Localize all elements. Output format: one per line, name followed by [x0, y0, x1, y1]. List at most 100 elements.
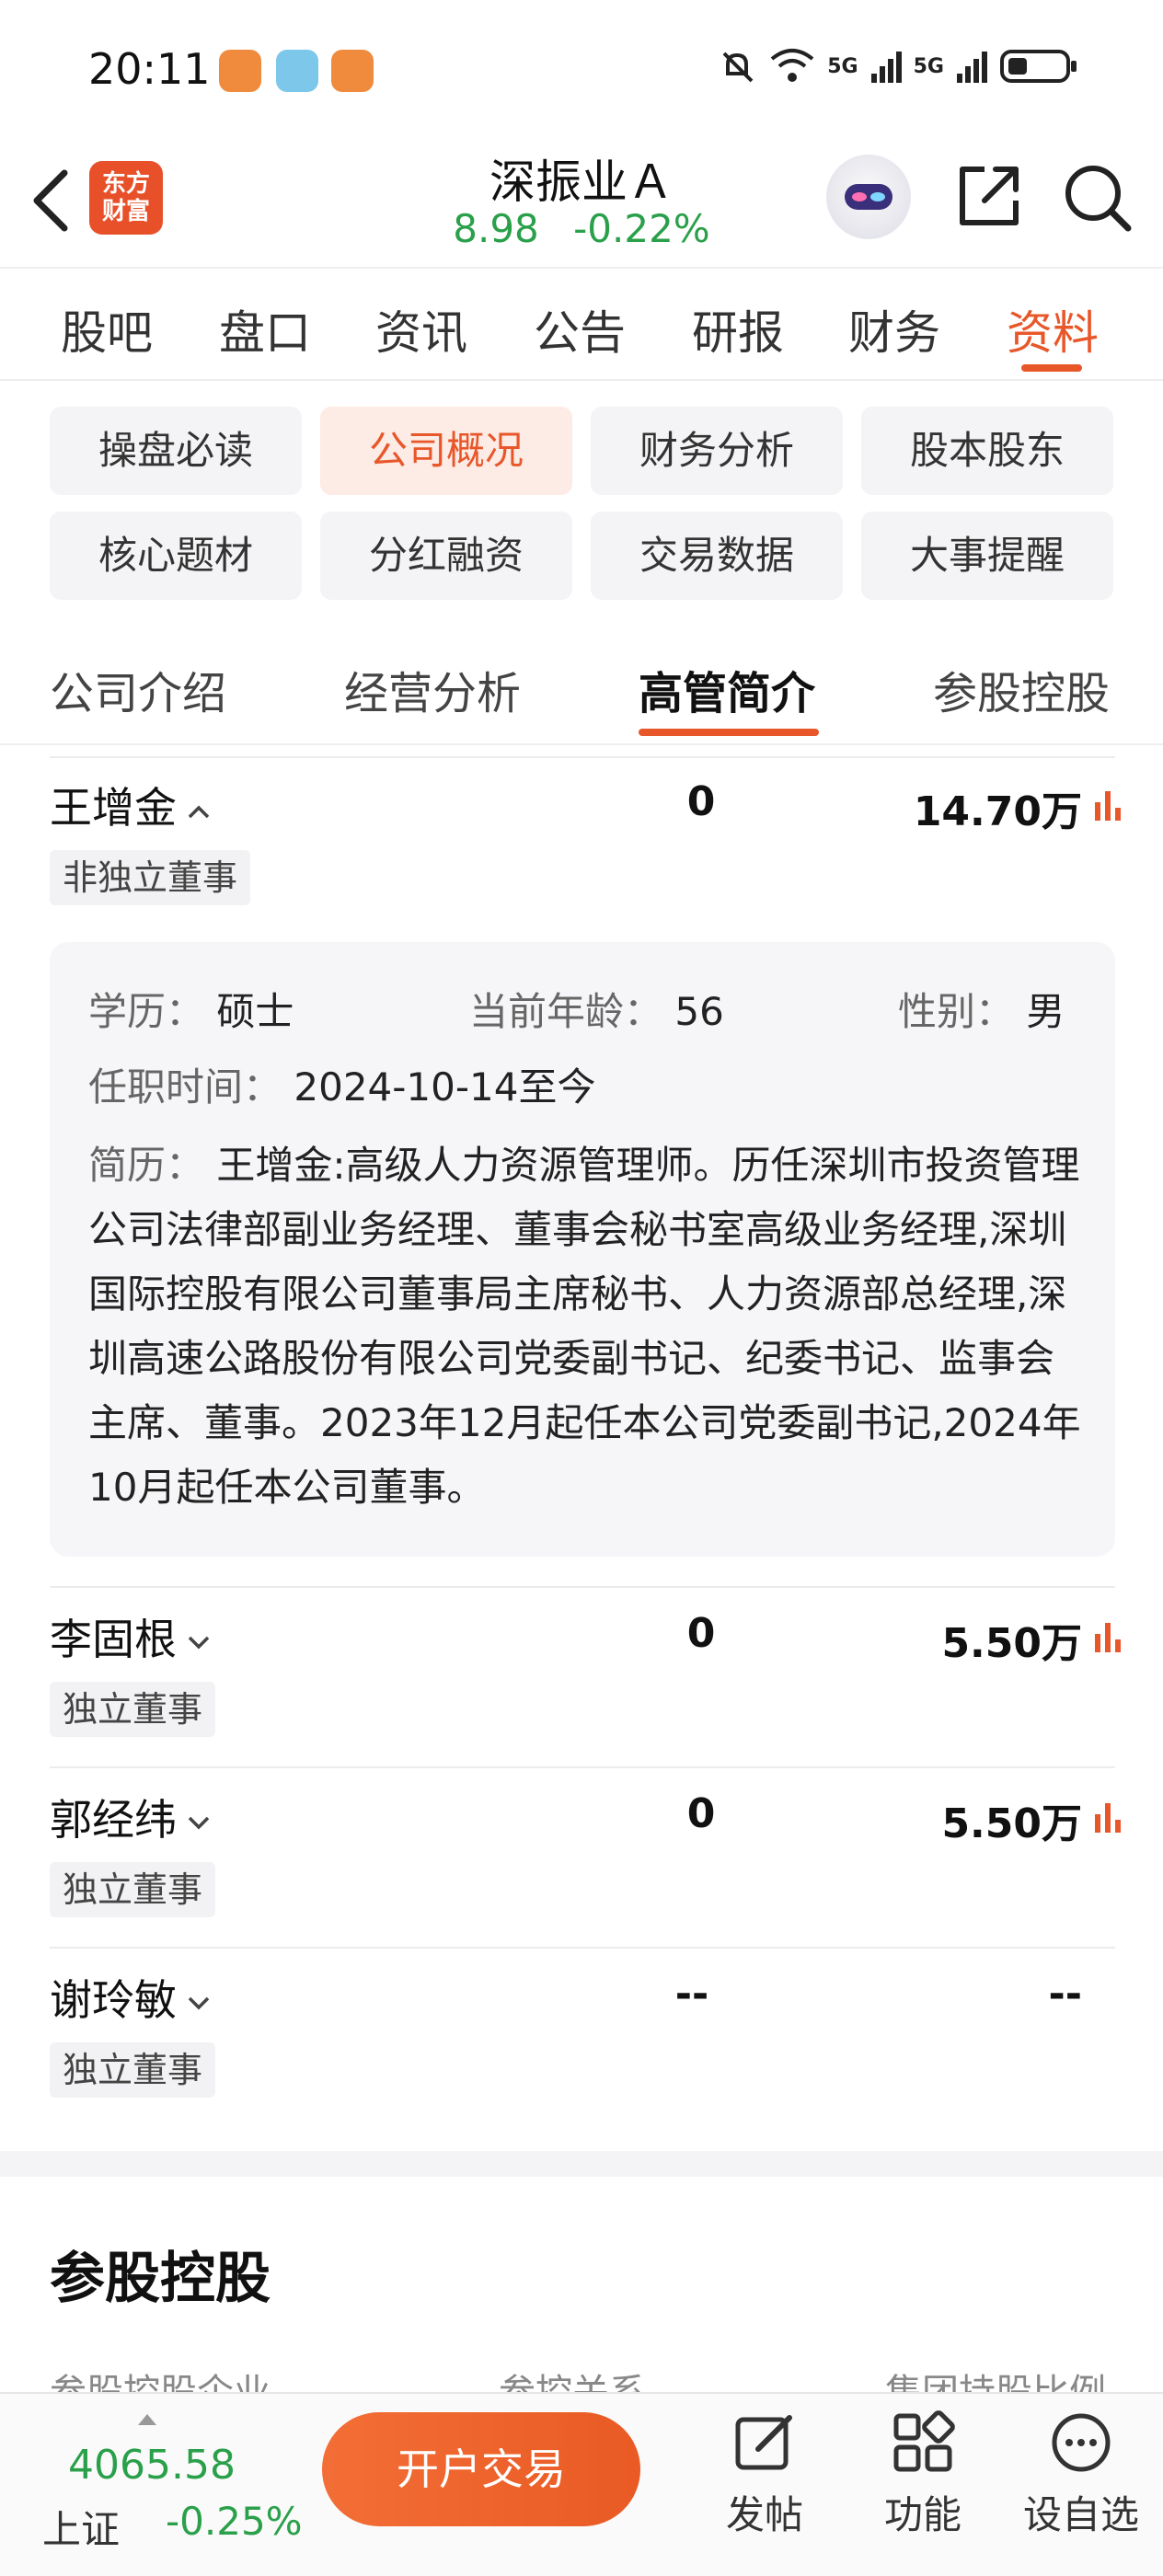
- open-account-button[interactable]: 开户交易: [322, 2412, 640, 2526]
- network-type: 5G: [913, 54, 944, 78]
- post-label: 发帖: [725, 2492, 803, 2537]
- share-icon[interactable]: [953, 160, 1025, 232]
- gender-value: 男: [1026, 989, 1065, 1034]
- executive-salary: 14.70万: [913, 788, 1082, 835]
- tenure-label: 任职时间：: [88, 1064, 282, 1110]
- wifi-icon: [770, 49, 814, 82]
- tab-research[interactable]: 研报: [692, 296, 784, 362]
- network-type: 5G: [827, 54, 858, 78]
- chip-financial-analysis[interactable]: 财务分析: [591, 407, 843, 495]
- watchlist-button[interactable]: 设自选: [1012, 2410, 1150, 2540]
- chip-core-themes[interactable]: 核心题材: [50, 512, 302, 600]
- salary-chart-icon[interactable]: [1093, 1621, 1128, 1652]
- section-tab-bar: 公司介绍 经营分析 高管简介 参股控股: [0, 635, 1163, 745]
- executive-salary: 5.50万: [941, 1620, 1082, 1667]
- executive-detail-card: 学历： 硕士 当前年龄： 56 性别： 男 任职时间： 2024-10-14至今…: [50, 942, 1115, 1557]
- tab-holdings[interactable]: 参股控股: [933, 657, 1110, 721]
- executive-name: 谢玲敏: [50, 1975, 177, 2025]
- signal-icon: [957, 52, 987, 83]
- chevron-up-icon: [188, 805, 210, 818]
- salary-chart-icon[interactable]: [1093, 1801, 1128, 1833]
- row-divider: [50, 1766, 1115, 1768]
- age-line: 当前年龄： 56: [469, 981, 724, 1037]
- tab-company-intro[interactable]: 公司介绍: [50, 657, 226, 721]
- bottom-bar: 4065.58 上证 -0.25% 开户交易 发帖 功能 设自选: [0, 2392, 1163, 2576]
- chip-dividends[interactable]: 分红融资: [320, 512, 572, 600]
- executive-name-toggle[interactable]: 谢玲敏: [50, 1967, 212, 2028]
- expand-arrow-icon[interactable]: [138, 2414, 156, 2425]
- ai-assistant-icon[interactable]: [826, 155, 911, 239]
- mute-bell-icon: [722, 52, 754, 83]
- stock-price: 8.98: [453, 206, 539, 251]
- book-notification-icon: [276, 50, 318, 92]
- tab-business-analysis[interactable]: 经营分析: [344, 657, 521, 721]
- post-button[interactable]: 发帖: [696, 2410, 834, 2540]
- executive-name-toggle[interactable]: 李固根: [50, 1606, 212, 1667]
- stock-header: 东方 财富 深振业Ａ 8.98 -0.22%: [0, 138, 1163, 267]
- executive-salary: --: [1048, 1971, 1082, 2018]
- age-value: 56: [674, 989, 724, 1034]
- executive-role-badge: 非独立董事: [50, 850, 251, 905]
- executive-shares: --: [674, 1971, 709, 2018]
- app-notification-icon: [331, 50, 374, 92]
- battery-icon: [1000, 50, 1077, 83]
- education-label: 学历：: [88, 989, 205, 1034]
- executive-role-badge: 独立董事: [50, 2042, 216, 2098]
- gender-label: 性别：: [898, 989, 1015, 1034]
- executive-name: 王增金: [50, 783, 177, 833]
- signal-icon: [870, 52, 902, 83]
- bio-label: 简历：: [88, 1143, 205, 1188]
- executive-salary: 5.50万: [941, 1800, 1082, 1847]
- tab-finance[interactable]: 财务: [848, 296, 940, 362]
- row-divider: [50, 1947, 1115, 1949]
- stock-change-pct: -0.22%: [573, 206, 710, 251]
- index-name[interactable]: 上证: [42, 2499, 120, 2555]
- active-section-indicator: [639, 729, 819, 736]
- chip-trading-guide[interactable]: 操盘必读: [50, 407, 302, 495]
- chip-trading-data[interactable]: 交易数据: [591, 512, 843, 600]
- executive-role-badge: 独立董事: [50, 1682, 216, 1737]
- edit-icon: [735, 2415, 792, 2470]
- grid-icon: [893, 2410, 955, 2472]
- tab-profile[interactable]: 资料: [1007, 296, 1099, 362]
- chevron-down-icon: [188, 1816, 210, 1829]
- executive-name-toggle[interactable]: 王增金: [50, 775, 212, 835]
- row-divider: [50, 1586, 1115, 1588]
- tab-announcements[interactable]: 公告: [534, 296, 626, 362]
- watchlist-label: 设自选: [1022, 2492, 1139, 2537]
- education-value: 硕士: [216, 989, 294, 1034]
- tab-guba[interactable]: 股吧: [61, 296, 153, 362]
- bio-text: 简历： 王增金:高级人力资源管理师。历任深圳市投资管理公司法律部副业务经理、董事…: [88, 1133, 1082, 1520]
- tenure-line: 任职时间： 2024-10-14至今: [88, 1056, 595, 1112]
- executive-shares: 0: [686, 778, 716, 825]
- active-tab-indicator: [1021, 364, 1082, 372]
- executive-role-badge: 独立董事: [50, 1862, 216, 1917]
- tab-news[interactable]: 资讯: [375, 296, 467, 362]
- main-tab-bar: 股吧 盘口 资讯 公告 研报 财务 资料: [0, 267, 1163, 381]
- system-icons: 5G 5G: [717, 46, 1078, 86]
- executive-name: 郭经纬: [50, 1795, 177, 1845]
- chip-shareholders[interactable]: 股本股东: [861, 407, 1113, 495]
- age-label: 当前年龄：: [469, 989, 663, 1034]
- row-divider: [50, 756, 1115, 758]
- salary-chart-icon[interactable]: [1093, 789, 1128, 821]
- functions-label: 功能: [883, 2492, 961, 2537]
- tenure-value: 2024-10-14至今: [294, 1064, 596, 1110]
- tab-pankou[interactable]: 盘口: [219, 296, 311, 362]
- education-line: 学历： 硕士: [88, 981, 294, 1037]
- search-icon[interactable]: [1060, 160, 1134, 234]
- executive-shares: 0: [686, 1610, 716, 1657]
- executive-shares: 0: [686, 1790, 716, 1837]
- status-time: 20:11: [88, 44, 211, 94]
- tab-executives[interactable]: 高管简介: [639, 657, 815, 721]
- executive-name: 李固根: [50, 1615, 177, 1664]
- index-change[interactable]: -0.25%: [166, 2499, 303, 2544]
- functions-button[interactable]: 功能: [854, 2410, 992, 2540]
- section-separator: [0, 2151, 1163, 2177]
- chip-events[interactable]: 大事提醒: [861, 512, 1113, 600]
- index-value[interactable]: 4065.58: [68, 2442, 236, 2489]
- chip-company-overview[interactable]: 公司概况: [320, 407, 572, 495]
- chevron-down-icon: [188, 1636, 210, 1649]
- more-circle-icon: [1052, 2413, 1111, 2472]
- executive-name-toggle[interactable]: 郭经纬: [50, 1787, 212, 1847]
